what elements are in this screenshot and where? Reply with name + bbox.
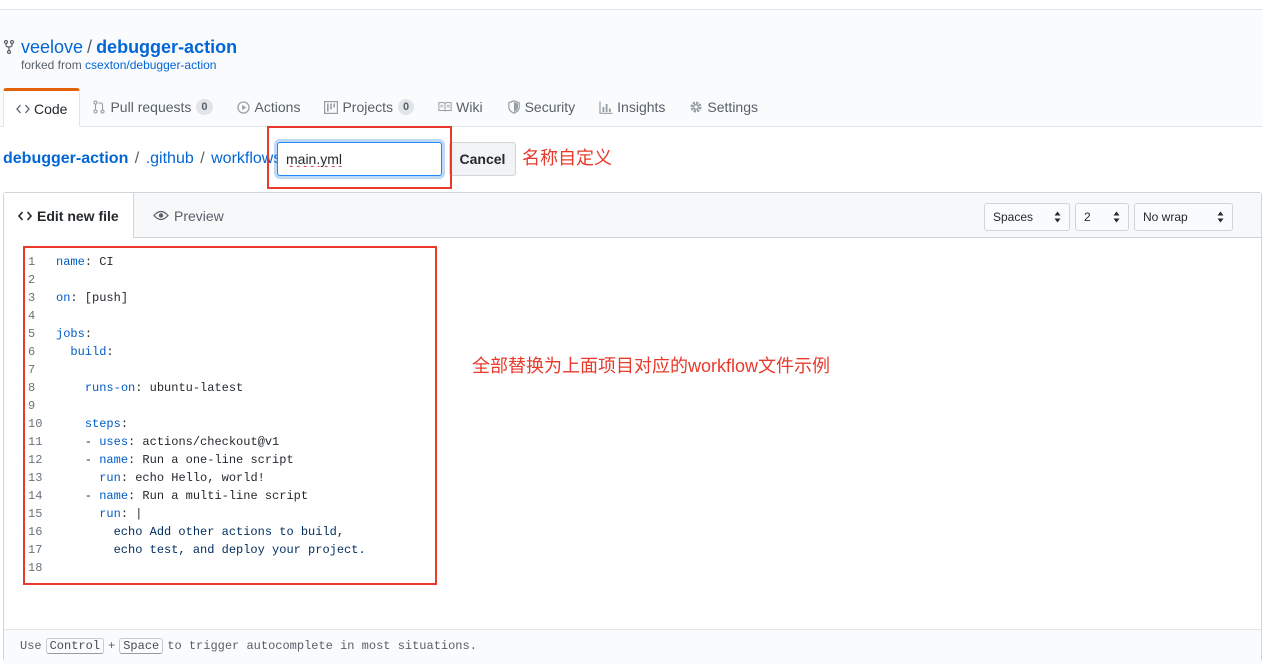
tab-wiki[interactable]: Wiki (426, 88, 494, 126)
indent-mode-value: Spaces (993, 210, 1034, 224)
breadcrumb-separator: / (200, 150, 205, 167)
projects-count: 0 (398, 99, 415, 115)
tab-pull-requests-label: Pull requests (110, 99, 192, 115)
shield-icon (507, 100, 521, 114)
tab-actions-label: Actions (254, 99, 301, 115)
indent-size-value: 2 (1084, 210, 1091, 224)
breadcrumb-repo-link[interactable]: debugger-action (3, 150, 128, 167)
tab-pull-requests[interactable]: Pull requests 0 (80, 88, 224, 126)
repo-title-separator: / (87, 37, 93, 57)
code-icon (16, 102, 30, 116)
repo-nav-tabs: Code Pull requests 0 Actions Projects 0 … (3, 88, 770, 127)
tab-wiki-label: Wiki (456, 99, 483, 115)
select-arrows-icon (1054, 210, 1061, 224)
tab-security[interactable]: Security (495, 88, 588, 126)
forked-from: forked from csexton/debugger-action (21, 58, 216, 72)
cancel-button[interactable]: Cancel (449, 142, 516, 176)
indent-size-select[interactable]: 2 (1075, 203, 1129, 231)
tab-code[interactable]: Code (3, 88, 81, 127)
code-annotation-box (23, 246, 437, 585)
tab-edit-new-file-label: Edit new file (37, 207, 119, 224)
tab-preview[interactable]: Preview (139, 193, 238, 238)
forked-from-label: forked from (21, 58, 82, 72)
eye-icon (153, 210, 169, 221)
repo-name-link[interactable]: debugger-action (96, 37, 237, 57)
tab-preview-label: Preview (174, 207, 224, 224)
pull-requests-count: 0 (196, 99, 213, 115)
filename-annotation-box (267, 126, 452, 189)
repo-forked-icon (3, 40, 15, 54)
breadcrumb: debugger-action / .github / workflows / (3, 149, 294, 169)
repo-title: veelove / debugger-action (21, 36, 237, 58)
code-annotation-text: 全部替换为上面项目对应的workflow文件示例 (472, 356, 831, 376)
play-icon (237, 100, 251, 114)
tab-insights-label: Insights (617, 99, 666, 115)
graph-icon (599, 100, 613, 114)
tab-settings-label: Settings (707, 99, 759, 115)
tab-insights[interactable]: Insights (587, 88, 677, 126)
gear-icon (689, 100, 703, 114)
breadcrumb-github-link[interactable]: .github (146, 150, 194, 167)
select-arrows-icon (1217, 210, 1224, 224)
tab-actions[interactable]: Actions (225, 88, 313, 126)
git-pull-request-icon (92, 100, 106, 114)
tab-edit-new-file[interactable]: Edit new file (4, 193, 134, 238)
editor-header: Edit new file Preview Spaces 2 No wrap (4, 193, 1261, 238)
repo-owner-link[interactable]: veelove (21, 37, 83, 57)
indent-mode-select[interactable]: Spaces (984, 203, 1070, 231)
wrap-mode-select[interactable]: No wrap (1134, 203, 1233, 231)
project-icon (324, 100, 339, 114)
tab-code-label: Code (34, 100, 68, 117)
book-icon (438, 100, 452, 114)
select-arrows-icon (1113, 210, 1120, 224)
editor-footer: Use Control + Space to trigger autocompl… (4, 629, 1261, 664)
hint-text-rest: to trigger autocomplete in most situatio… (167, 639, 477, 653)
tab-settings[interactable]: Settings (677, 88, 770, 126)
tab-security-label: Security (524, 99, 576, 115)
wrap-mode-value: No wrap (1143, 210, 1188, 224)
tab-projects[interactable]: Projects 0 (312, 88, 426, 126)
code-icon (18, 210, 32, 222)
filename-annotation-text: 名称自定义 (522, 148, 612, 168)
breadcrumb-separator: / (134, 150, 140, 167)
hint-plus: + (108, 639, 116, 653)
hint-text-use: Use (20, 639, 42, 653)
tab-projects-label: Projects (342, 99, 394, 115)
fork-source-link[interactable]: csexton/debugger-action (85, 58, 216, 72)
